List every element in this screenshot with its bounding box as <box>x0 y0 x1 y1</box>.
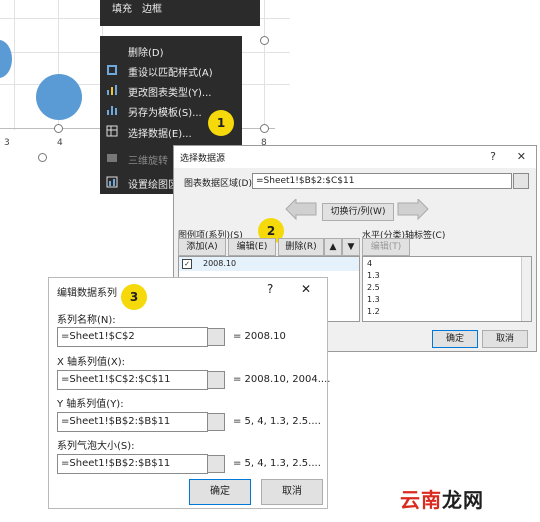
3d-rotate-icon <box>107 154 117 162</box>
list-item: 4 <box>367 259 373 268</box>
bubble[interactable] <box>36 74 82 120</box>
y-values-label: Y 轴系列值(Y): <box>57 399 124 410</box>
y-values-input[interactable]: =Sheet1!$B$2:$B$11 <box>57 412 208 432</box>
list-item: 2.5 <box>367 283 380 292</box>
x-values-preview: = 2008.10, 2004.... <box>233 374 331 385</box>
watermark-text: 云南 <box>400 488 442 512</box>
axis-labels-list: 4 1.3 2.5 1.3 1.2 <box>362 256 532 322</box>
scrollbar[interactable] <box>521 257 531 321</box>
menu-item-label: 选择数据(E)... <box>128 129 192 140</box>
menu-item-label: 更改图表类型(Y)... <box>128 88 212 99</box>
dialog-title: 选择数据源 <box>180 154 226 164</box>
selection-handle[interactable] <box>260 124 269 133</box>
list-item: 1.2 <box>367 307 380 316</box>
series-name-label: 系列名称(N): <box>57 315 116 326</box>
close-button[interactable]: ✕ <box>517 150 526 163</box>
menu-item-label: 删除(D) <box>128 48 164 59</box>
y-values-preview: = 5, 4, 1.3, 2.5.... <box>233 416 321 427</box>
range-picker-icon[interactable] <box>513 173 529 189</box>
bubble-size-input[interactable]: =Sheet1!$B$2:$B$11 <box>57 454 208 474</box>
fill-button[interactable]: 填充 <box>112 0 132 15</box>
format-plot-icon <box>106 176 118 188</box>
help-button[interactable]: ? <box>490 150 496 163</box>
reset-style-icon <box>107 65 117 75</box>
menu-item-reset-style[interactable]: 重设以匹配样式(A) <box>100 60 242 80</box>
range-picker-icon[interactable] <box>207 455 225 473</box>
selection-handle[interactable] <box>54 124 63 133</box>
chart-range-label: 图表数据区域(D): <box>184 179 255 189</box>
move-down-button[interactable]: ▼ <box>342 238 360 256</box>
close-button[interactable]: ✕ <box>301 282 311 296</box>
watermark-text: 龙网 <box>442 488 484 512</box>
bubble[interactable] <box>0 40 12 78</box>
template-icon <box>107 106 117 115</box>
series-name-input[interactable]: =Sheet1!$C$2 <box>57 327 208 347</box>
selection-handle[interactable] <box>38 153 47 162</box>
edit-axis-labels-button[interactable]: 编辑(T) <box>362 238 410 256</box>
ok-button[interactable]: 确定 <box>189 479 251 505</box>
edit-series-button[interactable]: 编辑(E) <box>228 238 276 256</box>
cancel-button[interactable]: 取消 <box>261 479 323 505</box>
arrow-right-icon <box>397 199 429 221</box>
ok-button[interactable]: 确定 <box>432 330 478 348</box>
gridline <box>14 0 15 130</box>
bubble-size-label: 系列气泡大小(S): <box>57 441 135 452</box>
x-values-label: X 轴系列值(X): <box>57 357 126 368</box>
dialog-title: 编辑数据系列 <box>57 288 117 299</box>
series-name: 2008.10 <box>203 259 237 268</box>
range-picker-icon[interactable] <box>207 413 225 431</box>
edit-series-dialog: 编辑数据系列 ? ✕ 3 系列名称(N): =Sheet1!$C$2 = 200… <box>48 277 331 509</box>
border-button[interactable]: 边框 <box>142 0 162 15</box>
remove-series-button[interactable]: 删除(R) <box>278 238 324 256</box>
menu-item-label: 重设以匹配样式(A) <box>128 68 213 79</box>
x-values-input[interactable]: =Sheet1!$C$2:$C$11 <box>57 370 208 390</box>
x-tick-label: 3 <box>4 138 10 148</box>
step-badge: 3 <box>121 284 147 310</box>
switch-row-column-button[interactable]: 切换行/列(W) <box>322 203 394 221</box>
range-picker-icon[interactable] <box>207 371 225 389</box>
add-series-button[interactable]: 添加(A) <box>178 238 226 256</box>
arrow-left-icon <box>285 199 317 221</box>
menu-item-label: 三维旋转 <box>128 156 168 167</box>
series-name-preview: = 2008.10 <box>233 331 286 342</box>
step-badge: 1 <box>208 110 234 136</box>
chart-type-icon <box>107 85 117 95</box>
help-button[interactable]: ? <box>267 282 273 296</box>
list-item: 1.3 <box>367 295 380 304</box>
menu-item-delete[interactable]: 删除(D) <box>100 40 242 60</box>
range-picker-icon[interactable] <box>207 328 225 346</box>
menu-item-change-chart-type[interactable]: 更改图表类型(Y)... <box>100 80 242 100</box>
format-toolbar: 填充 边框 <box>100 0 260 26</box>
chart-range-input[interactable]: =Sheet1!$B$2:$C$11 <box>252 173 512 189</box>
select-data-icon <box>106 125 118 137</box>
dialog-titlebar: 选择数据源 ? ✕ <box>174 146 536 168</box>
bubble-size-preview: = 5, 4, 1.3, 2.5.... <box>233 458 321 469</box>
gridline <box>264 0 265 130</box>
watermark-logo: 云南龙网 <box>400 484 484 513</box>
move-up-button[interactable]: ▲ <box>324 238 342 256</box>
menu-item-label: 另存为模板(S)... <box>128 108 202 119</box>
x-tick-label: 4 <box>57 138 63 148</box>
selection-handle[interactable] <box>260 36 269 45</box>
cancel-button[interactable]: 取消 <box>482 330 528 348</box>
list-item: 1.3 <box>367 271 380 280</box>
series-checkbox[interactable]: ✓ <box>182 259 192 269</box>
menu-item-label: 设置绘图区 <box>128 180 178 191</box>
